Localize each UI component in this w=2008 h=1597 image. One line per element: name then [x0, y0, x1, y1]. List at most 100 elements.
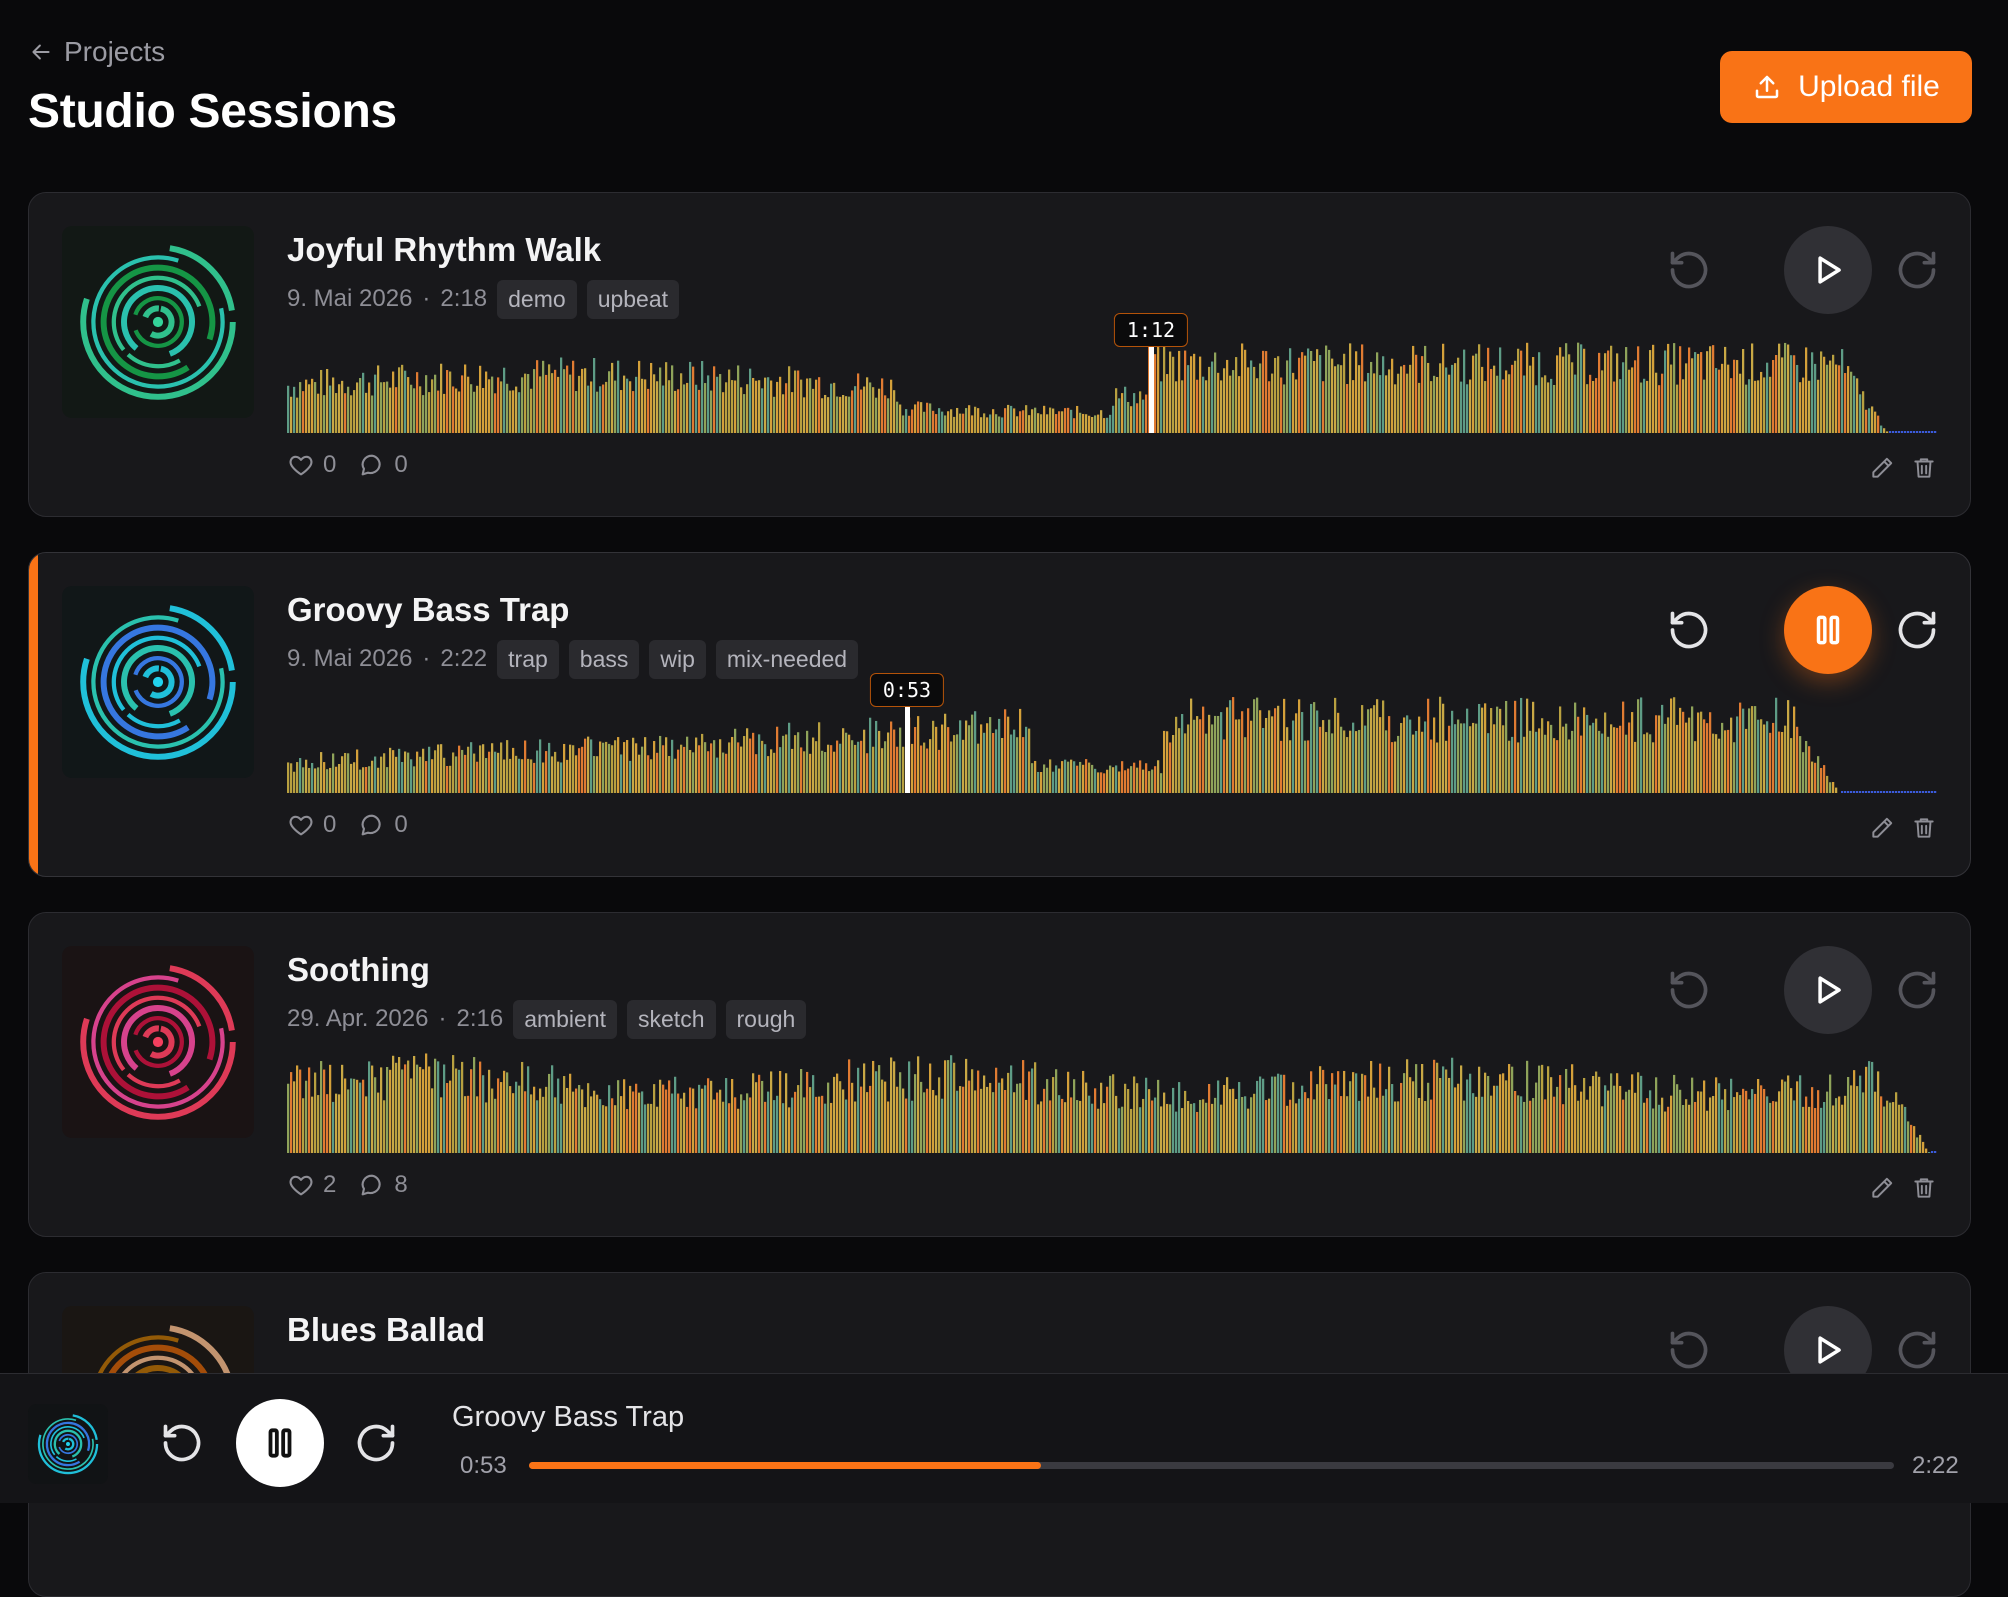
track-duration: 2:22 — [440, 645, 488, 672]
rotate-ccw-icon — [1670, 251, 1708, 289]
edit-button[interactable] — [1869, 1175, 1895, 1201]
meta-separator: · — [422, 645, 431, 672]
play-button[interactable] — [1784, 226, 1872, 314]
comment-button[interactable]: 8 — [358, 1171, 408, 1199]
track-card-active[interactable]: Groovy Bass Trap 9. Mai 2026 · 2:22 trap… — [28, 552, 1971, 877]
delete-button[interactable] — [1911, 1175, 1937, 1201]
hover-playhead — [1149, 340, 1154, 433]
tag[interactable]: demo — [497, 279, 577, 319]
tag[interactable]: ambient — [513, 999, 618, 1039]
edit-button[interactable] — [1869, 455, 1895, 481]
track-meta: 29. Apr. 2026 · 2:16 ambient sketch roug… — [287, 999, 807, 1039]
hover-time-tooltip: 0:53 — [869, 673, 945, 707]
tag[interactable]: wip — [649, 639, 706, 679]
skip-back-button[interactable] — [1667, 1328, 1711, 1372]
rotate-cw-icon — [1898, 251, 1936, 289]
player-pause-button[interactable] — [236, 1399, 324, 1487]
social-row: 0 0 — [287, 451, 408, 479]
vinyl-art-icon — [80, 244, 236, 400]
comment-icon — [361, 814, 382, 836]
waveform-graphic — [287, 696, 1937, 793]
track-title[interactable]: Joyful Rhythm Walk — [287, 231, 601, 269]
tag[interactable]: rough — [725, 999, 807, 1039]
edit-button[interactable] — [1869, 815, 1895, 841]
pause-icon — [1816, 615, 1840, 645]
meta-separator: · — [438, 1005, 447, 1032]
track-card[interactable]: Soothing 29. Apr. 2026 · 2:16 ambient sk… — [28, 912, 1971, 1237]
tag[interactable]: bass — [568, 639, 640, 679]
back-link-label: Projects — [64, 36, 166, 67]
pencil-icon — [1872, 1177, 1893, 1198]
delete-button[interactable] — [1911, 455, 1937, 481]
upload-button[interactable]: Upload file — [1720, 51, 1972, 123]
skip-forward-button[interactable] — [1895, 1328, 1939, 1372]
heart-icon — [289, 455, 313, 476]
track-meta: 9. Mai 2026 · 2:22 trap bass wip mix-nee… — [287, 639, 859, 679]
trash-icon — [1914, 1178, 1934, 1198]
player-skip-forward-button[interactable] — [354, 1421, 398, 1465]
tag[interactable]: trap — [497, 639, 559, 679]
track-duration: 2:18 — [440, 285, 488, 312]
vinyl-art-icon — [80, 964, 236, 1120]
skip-forward-button[interactable] — [1895, 608, 1939, 652]
track-card[interactable]: Joyful Rhythm Walk 9. Mai 2026 · 2:18 de… — [28, 192, 1971, 517]
trash-icon — [1914, 818, 1934, 838]
waveform-graphic — [287, 342, 1937, 433]
play-icon — [1818, 976, 1841, 1004]
vinyl-art-icon — [37, 1413, 99, 1475]
skip-forward-button[interactable] — [1895, 968, 1939, 1012]
now-playing-artwork — [28, 1404, 108, 1484]
waveform[interactable] — [287, 325, 1937, 433]
player-skip-back-button[interactable] — [160, 1421, 204, 1465]
track-date: 9. Mai 2026 — [287, 285, 413, 312]
track-title[interactable]: Blues Ballad — [287, 1311, 485, 1349]
play-button[interactable] — [1784, 946, 1872, 1034]
pencil-icon — [1872, 457, 1893, 478]
tag[interactable]: sketch — [627, 999, 716, 1039]
rotate-cw-icon — [357, 1424, 395, 1462]
like-button[interactable]: 2 — [287, 1171, 336, 1199]
comment-count: 0 — [394, 451, 408, 478]
comment-icon — [361, 1174, 382, 1196]
track-controls — [1667, 586, 1939, 674]
like-count: 2 — [323, 1171, 337, 1198]
tag[interactable]: upbeat — [586, 279, 680, 319]
progress-bar[interactable] — [529, 1462, 1894, 1469]
page-title: Studio Sessions — [28, 85, 397, 138]
comment-count: 8 — [394, 1171, 408, 1198]
skip-back-button[interactable] — [1667, 608, 1711, 652]
rotate-cw-icon — [1898, 611, 1936, 649]
comment-button[interactable]: 0 — [358, 811, 408, 839]
track-date: 29. Apr. 2026 — [287, 1005, 429, 1032]
hover-playhead — [905, 700, 910, 793]
like-button[interactable]: 0 — [287, 451, 336, 479]
pause-button[interactable] — [1784, 586, 1872, 674]
meta-separator: · — [422, 285, 431, 312]
skip-back-button[interactable] — [1667, 968, 1711, 1012]
skip-back-button[interactable] — [1667, 248, 1711, 292]
like-button[interactable]: 0 — [287, 811, 336, 839]
rotate-cw-icon — [1898, 971, 1936, 1009]
back-link[interactable]: Projects — [28, 36, 165, 68]
track-title[interactable]: Groovy Bass Trap — [287, 591, 569, 629]
hover-time-tooltip: 1:12 — [1113, 313, 1189, 347]
comment-button[interactable]: 0 — [358, 451, 408, 479]
comment-count: 0 — [394, 811, 408, 838]
waveform[interactable] — [287, 685, 1937, 793]
now-playing-title: Groovy Bass Trap — [452, 1401, 685, 1433]
rotate-ccw-icon — [1670, 611, 1708, 649]
tag[interactable]: mix-needed — [715, 639, 859, 679]
current-time: 0:53 — [460, 1452, 507, 1479]
like-count: 0 — [323, 451, 337, 478]
upload-button-label: Upload file — [1798, 70, 1940, 103]
track-controls — [1667, 226, 1939, 314]
delete-button[interactable] — [1911, 815, 1937, 841]
waveform[interactable] — [287, 1045, 1937, 1153]
heart-icon — [289, 815, 313, 836]
skip-forward-button[interactable] — [1895, 248, 1939, 292]
track-duration: 2:16 — [456, 1005, 504, 1032]
rotate-ccw-icon — [163, 1424, 201, 1462]
play-icon — [1818, 1336, 1841, 1364]
waveform-graphic — [287, 1053, 1937, 1153]
track-title[interactable]: Soothing — [287, 951, 430, 989]
